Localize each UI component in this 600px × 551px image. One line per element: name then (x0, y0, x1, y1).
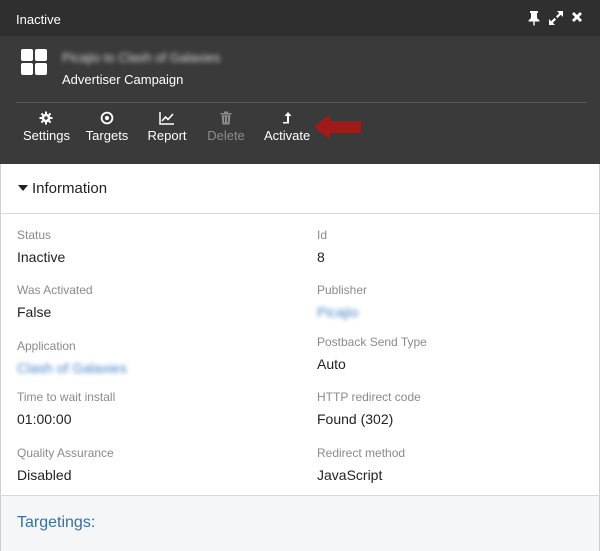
id-value: 8 (317, 249, 325, 265)
activate-button[interactable]: Activate (264, 110, 310, 146)
report-button[interactable]: Report (147, 110, 187, 146)
report-button-label: Report (147, 128, 187, 143)
http-redirect-code-value: Found (302) (317, 411, 394, 427)
entity-name: Picajio to Clash of Galaxies (62, 50, 221, 65)
information-details: Status Inactive Id 8 Was Activated False… (0, 214, 600, 496)
quality-assurance-value: Disabled (17, 467, 72, 483)
settings-button-label: Settings (23, 128, 70, 143)
status-value: Inactive (17, 249, 66, 265)
was-activated-label: Was Activated (17, 283, 93, 297)
window-titlebar: Inactive (0, 0, 600, 36)
status-label: Status (17, 228, 52, 242)
close-icon[interactable] (570, 10, 586, 26)
targets-button-label: Targets (85, 128, 129, 143)
entity-type: Advertiser Campaign (62, 72, 184, 87)
information-section-header[interactable]: Information (0, 164, 600, 214)
arrow-up-icon (283, 112, 292, 124)
trash-icon (220, 111, 232, 125)
application-label: Application (17, 339, 76, 353)
time-to-wait-install-label: Time to wait install (17, 390, 116, 404)
quality-assurance-label: Quality Assurance (17, 446, 114, 460)
entity-header: Picajio to Clash of Galaxies Advertiser … (0, 36, 600, 164)
time-to-wait-install-value: 01:00:00 (17, 411, 72, 427)
http-redirect-code-label: HTTP redirect code (317, 390, 421, 404)
delete-button-label: Delete (207, 128, 245, 143)
targets-button[interactable]: Targets (85, 110, 129, 146)
activate-button-label: Activate (264, 128, 311, 143)
application-link[interactable]: Clash of Galaxies (17, 360, 127, 376)
id-label: Id (317, 228, 328, 242)
publisher-link[interactable]: Picajio (317, 304, 358, 320)
gear-icon (39, 111, 53, 125)
information-title: Information (32, 180, 108, 197)
targetings-title: Targetings: (17, 514, 96, 531)
line-chart-icon (159, 112, 174, 125)
postback-send-type-value: Auto (317, 356, 346, 372)
pin-icon[interactable] (527, 10, 543, 26)
delete-button[interactable]: Delete (207, 110, 245, 146)
publisher-label: Publisher (317, 283, 368, 297)
postback-send-type-label: Postback Send Type (317, 335, 427, 349)
target-icon (100, 111, 114, 125)
redirect-method-value: JavaScript (317, 467, 383, 483)
redirect-method-label: Redirect method (317, 446, 406, 460)
header-divider (16, 102, 587, 103)
window-title: Inactive (16, 12, 61, 27)
grid-icon (21, 49, 47, 75)
caret-down-icon (18, 185, 28, 191)
settings-button[interactable]: Settings (23, 110, 70, 146)
targetings-section: Targetings: (0, 495, 600, 551)
expand-icon[interactable] (548, 10, 564, 26)
annotation-arrow-icon (314, 114, 361, 140)
was-activated-value: False (17, 304, 52, 320)
